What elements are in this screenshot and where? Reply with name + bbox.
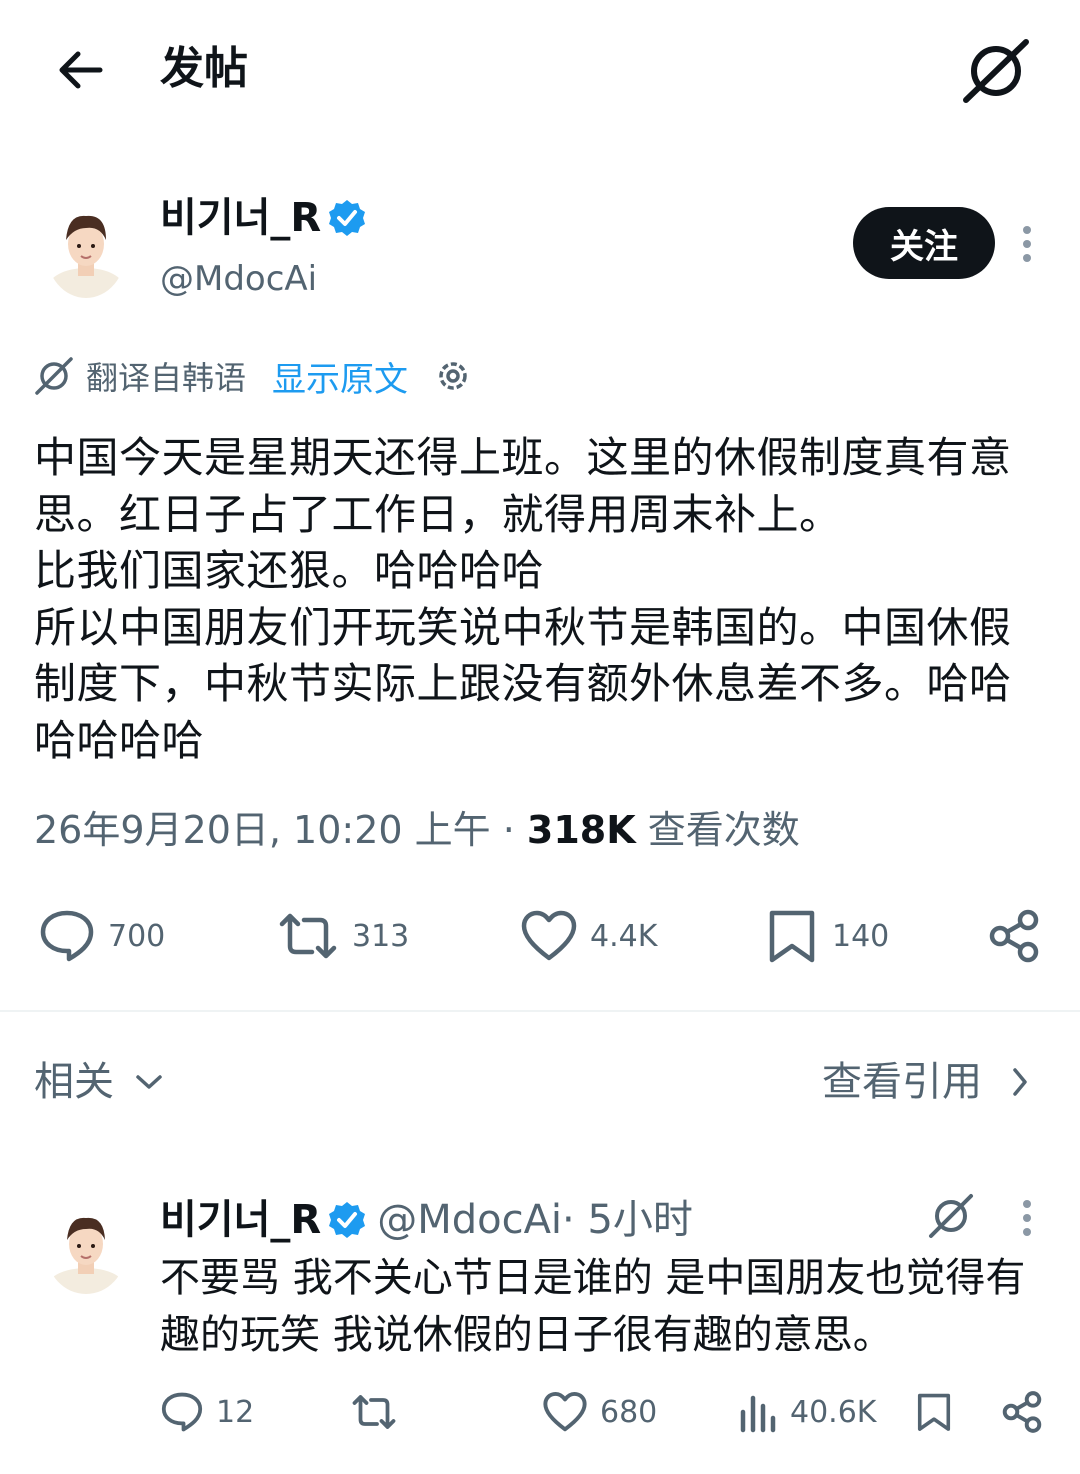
share-icon <box>989 909 1039 963</box>
bookmark-icon <box>917 1393 951 1431</box>
retweet-icon <box>352 1395 396 1429</box>
grok-translate-icon <box>35 357 73 395</box>
reply-like-button[interactable]: 680 <box>542 1390 657 1434</box>
translation-settings-button[interactable] <box>434 357 472 395</box>
analytics-icon <box>740 1395 776 1433</box>
translation-label: 翻译自韩语 <box>86 359 247 397</box>
follow-button[interactable]: 关注 <box>853 207 995 279</box>
reply-count: 700 <box>108 918 166 954</box>
translation-bar: 翻译自韩语 显示原文 <box>34 350 472 402</box>
reply-text: 不要骂 我不关心节日是谁的 是中国朋友也觉得有趣的玩笑 我说休假的日子很有趣的意… <box>160 1255 1026 1358</box>
reply-retweet-button[interactable] <box>350 1390 410 1434</box>
post-text: 中国今天是星期天还得上班。这里的休假制度真有意思。红日子占了工作日，就得用周末补… <box>34 433 1012 765</box>
verified-badge-icon <box>329 1202 366 1238</box>
reply-header: 비기너_R @MdocAi · 5小时 <box>160 1192 693 1248</box>
more-options-button[interactable] <box>1012 222 1042 266</box>
chevron-down-icon <box>136 1075 162 1089</box>
reply-icon <box>161 1392 203 1432</box>
reply-button[interactable]: 700 <box>38 908 165 964</box>
view-quotes-label: 查看引用 <box>822 1059 982 1105</box>
reply-views-count: 40.6K <box>790 1394 877 1430</box>
author-name-text: 비기너_R <box>160 195 322 241</box>
retweet-count: 313 <box>352 918 410 954</box>
reply-time[interactable]: · 5小时 <box>562 1192 693 1248</box>
reply-like-count: 680 <box>600 1394 658 1430</box>
avatar-illustration <box>48 215 124 298</box>
arrow-left-icon <box>59 51 103 89</box>
share-button[interactable] <box>986 908 1042 964</box>
avatar-illustration <box>48 1217 124 1294</box>
reply-icon <box>40 910 94 962</box>
bookmark-count: 140 <box>832 918 890 954</box>
related-dropdown[interactable]: 相关 <box>34 1054 164 1110</box>
related-label: 相关 <box>34 1059 114 1105</box>
chevron-right-icon <box>1013 1068 1027 1096</box>
reply-author-handle[interactable]: @MdocAi <box>377 1192 562 1248</box>
view-quotes-link[interactable]: 查看引用 <box>822 1054 1030 1110</box>
retweet-button[interactable]: 313 <box>276 908 409 964</box>
post-timestamp[interactable]: 26年9月20日, 10:20 上午 <box>34 808 491 852</box>
page-title: 发帖 <box>160 43 248 94</box>
reply-views-button[interactable]: 40.6K <box>738 1390 876 1434</box>
show-original-link[interactable]: 显示原文 <box>272 352 408 401</box>
like-button[interactable]: 4.4K <box>520 908 657 964</box>
back-button[interactable] <box>56 44 116 96</box>
reply-author-avatar[interactable] <box>46 1208 126 1294</box>
grok-button[interactable] <box>960 36 1032 106</box>
author-avatar[interactable] <box>46 204 126 298</box>
author-handle[interactable]: @MdocAi <box>160 254 317 304</box>
more-vertical-icon <box>1023 226 1031 262</box>
reply-grok-button[interactable] <box>926 1192 976 1240</box>
reply-more-options-button[interactable] <box>1012 1196 1042 1240</box>
reply-bookmark-button[interactable] <box>914 1390 954 1434</box>
heart-icon <box>543 1391 587 1432</box>
retweet-icon <box>279 913 337 959</box>
gear-icon <box>439 362 467 390</box>
verified-badge-icon <box>329 200 366 236</box>
grok-icon <box>963 39 1029 103</box>
bookmark-icon <box>769 910 815 963</box>
meta-separator: · <box>490 808 527 852</box>
bookmark-button[interactable]: 140 <box>764 908 889 964</box>
views-label: 查看次数 <box>635 808 800 852</box>
reply-reply-button[interactable]: 12 <box>160 1390 254 1434</box>
views-count: 318K <box>526 808 636 852</box>
share-icon <box>1002 1391 1042 1433</box>
reply-reply-count: 12 <box>216 1394 255 1430</box>
heart-icon <box>521 910 577 961</box>
like-count: 4.4K <box>590 918 658 954</box>
section-divider <box>0 1010 1080 1012</box>
author-name[interactable]: 비기너_R <box>160 190 367 246</box>
reply-author-name[interactable]: 비기너_R <box>160 1192 321 1248</box>
post-meta: 26年9月20日, 10:20 上午 · 318K 查看次数 <box>34 802 800 858</box>
reply-share-button[interactable] <box>1000 1390 1044 1434</box>
more-vertical-icon <box>1023 1200 1031 1236</box>
grok-icon <box>929 1194 973 1238</box>
